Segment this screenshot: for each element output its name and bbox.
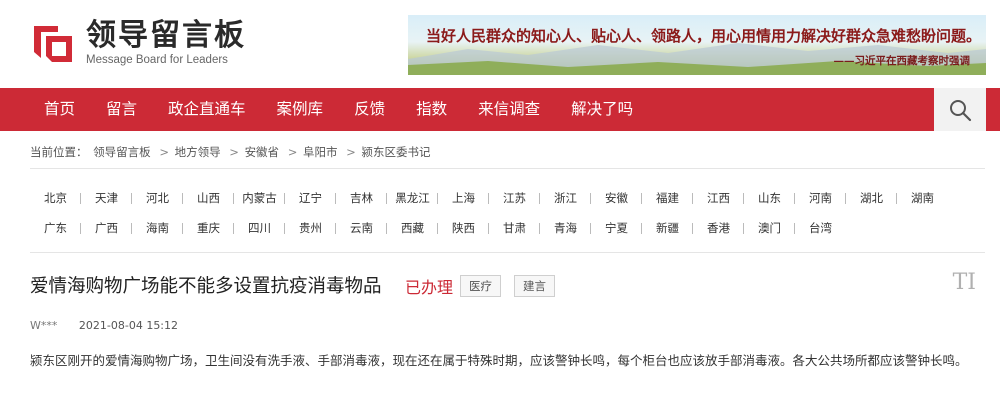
region-link[interactable]: 云南 — [336, 220, 387, 236]
breadcrumb-label: 当前位置： — [30, 145, 88, 159]
region-link[interactable]: 西藏 — [387, 220, 438, 236]
region-link[interactable]: 北京 — [30, 190, 81, 206]
breadcrumb-item[interactable]: 颍东区委书记 — [361, 145, 430, 159]
region-link[interactable]: 天津 — [81, 190, 132, 206]
logo-icon — [28, 18, 78, 68]
header-banner: 当好人民群众的知心人、贴心人、领路人，用心用情用力解决好群众急难愁盼问题。 ——… — [408, 15, 986, 75]
breadcrumb-item[interactable]: 地方领导 — [175, 145, 221, 159]
region-link[interactable]: 辽宁 — [285, 190, 336, 206]
region-link[interactable]: 新疆 — [642, 220, 693, 236]
region-link[interactable]: 海南 — [132, 220, 183, 236]
site-logo[interactable]: 领导留言板 Message Board for Leaders — [28, 18, 246, 68]
banner-quote: 当好人民群众的知心人、贴心人、领路人，用心用情用力解决好群众急难愁盼问题。 — [426, 27, 982, 45]
search-icon — [950, 99, 972, 121]
article-content: 颍东区刚开的爱情海购物广场，卫生间没有洗手液、手部消毒液，现在还在属于特殊时期，… — [30, 353, 968, 368]
region-link[interactable]: 福建 — [642, 190, 693, 206]
logo-title: 领导留言板 — [86, 18, 246, 53]
region-link[interactable]: 广西 — [81, 220, 132, 236]
nav-item-enterprise[interactable]: 政企直通车 — [154, 88, 260, 131]
search-button[interactable] — [934, 88, 986, 131]
author-name: W*** — [30, 319, 58, 332]
site-header: 领导留言板 Message Board for Leaders 当好人民群众的知… — [0, 0, 1000, 88]
region-link[interactable]: 重庆 — [183, 220, 234, 236]
region-link[interactable]: 黑龙江 — [387, 190, 438, 206]
breadcrumb-separator: > — [229, 145, 239, 159]
region-link[interactable]: 贵州 — [285, 220, 336, 236]
region-link[interactable]: 陕西 — [438, 220, 489, 236]
region-link[interactable]: 澳门 — [744, 220, 795, 236]
nav-item-cases[interactable]: 案例库 — [263, 88, 338, 131]
nav-item-home[interactable]: 首页 — [30, 88, 89, 131]
post-date: 2021-08-04 15:12 — [78, 319, 179, 332]
region-link[interactable]: 山西 — [183, 190, 234, 206]
region-link[interactable]: 青海 — [540, 220, 591, 236]
nav-item-message[interactable]: 留言 — [92, 88, 151, 131]
breadcrumb-separator: > — [287, 145, 298, 159]
tag-suggestion[interactable]: 建言 — [514, 275, 555, 297]
region-link[interactable]: 山东 — [744, 190, 795, 206]
breadcrumb: 当前位置： 领导留言板 > 地方领导 > 安徽省 > 阜阳市 > 颍东区委书记 — [30, 144, 432, 160]
status-badge: 已办理 — [405, 278, 454, 297]
region-link[interactable]: 吉林 — [336, 190, 387, 206]
region-link[interactable]: 江西 — [693, 190, 744, 206]
region-link[interactable]: 甘肃 — [489, 220, 540, 236]
region-link[interactable]: 内蒙古 — [234, 190, 285, 206]
region-link[interactable]: 河北 — [132, 190, 183, 206]
main-nav: 首页 留言 政企直通车 案例库 反馈 指数 来信调查 解决了吗 — [0, 88, 1000, 131]
breadcrumb-item[interactable]: 阜阳市 — [303, 145, 338, 159]
region-row: 北京 天津 河北 山西 内蒙古 辽宁 吉林 黑龙江 上海 江苏 浙江 安徽 福建… — [30, 183, 990, 213]
region-link[interactable]: 浙江 — [540, 190, 591, 206]
breadcrumb-separator: > — [346, 145, 356, 159]
region-link[interactable]: 江苏 — [489, 190, 540, 206]
region-link[interactable]: 广东 — [30, 220, 81, 236]
divider — [30, 168, 985, 169]
region-link[interactable]: 湖南 — [897, 190, 948, 206]
article-title: 爱情海购物广场能不能多设置抗疫消毒物品 — [30, 276, 382, 297]
article-meta: W*** 2021-08-04 15:12 — [30, 319, 178, 332]
region-row: 广东 广西 海南 重庆 四川 贵州 云南 西藏 陕西 甘肃 青海 宁夏 新疆 香… — [30, 213, 990, 243]
tag-medical[interactable]: 医疗 — [460, 275, 501, 297]
region-link[interactable]: 台湾 — [795, 220, 846, 236]
breadcrumb-separator: > — [159, 145, 169, 159]
region-link[interactable]: 宁夏 — [591, 220, 642, 236]
region-link[interactable]: 香港 — [693, 220, 744, 236]
region-link[interactable]: 河南 — [795, 190, 846, 206]
region-link[interactable]: 上海 — [438, 190, 489, 206]
nav-item-survey[interactable]: 来信调查 — [464, 88, 554, 131]
region-selector: 北京 天津 河北 山西 内蒙古 辽宁 吉林 黑龙江 上海 江苏 浙江 安徽 福建… — [30, 183, 990, 243]
banner-source: ——习近平在西藏考察时强调 — [833, 55, 971, 67]
breadcrumb-item[interactable]: 领导留言板 — [93, 145, 151, 159]
region-link[interactable]: 安徽 — [591, 190, 642, 206]
nav-item-feedback[interactable]: 反馈 — [340, 88, 399, 131]
font-size-toggle[interactable]: TI — [953, 270, 976, 295]
logo-subtitle: Message Board for Leaders — [86, 54, 228, 66]
breadcrumb-item[interactable]: 安徽省 — [245, 145, 280, 159]
nav-item-index[interactable]: 指数 — [402, 88, 461, 131]
nav-item-solved[interactable]: 解决了吗 — [557, 88, 647, 131]
region-link[interactable]: 四川 — [234, 220, 285, 236]
divider — [30, 252, 985, 253]
region-link[interactable]: 湖北 — [846, 190, 897, 206]
